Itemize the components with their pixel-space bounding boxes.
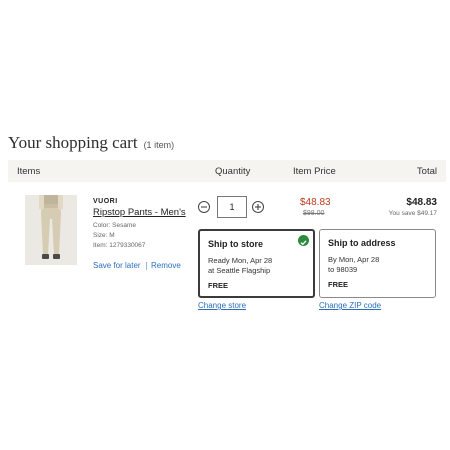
remove-link[interactable]: Remove <box>151 261 181 270</box>
product-brand: VUORI <box>93 198 118 205</box>
cart-table-header: Items Quantity Item Price Total <box>8 160 446 182</box>
savings-amount: You save $49.17 <box>388 210 437 217</box>
item-count: (1 item) <box>143 140 175 150</box>
column-item-price: Item Price <box>293 166 336 177</box>
link-divider <box>146 262 147 270</box>
store-ready-date: Ready Mon, Apr 28 <box>208 256 273 265</box>
column-items: Items <box>17 166 41 177</box>
ship-to-address-title: Ship to address <box>328 238 396 248</box>
save-for-later-link[interactable]: Save for later <box>93 261 141 270</box>
address-zip: to 98039 <box>328 265 358 274</box>
column-total: Total <box>416 166 437 177</box>
address-shipping-cost: FREE <box>328 280 349 289</box>
product-item-number: Item: 1279330067 <box>93 242 146 249</box>
original-price: $98.00 <box>303 210 325 217</box>
change-zip-link[interactable]: Change ZIP code <box>319 301 381 310</box>
ship-to-store-title: Ship to store <box>208 239 264 249</box>
store-shipping-cost: FREE <box>208 281 229 290</box>
ship-to-address-option[interactable]: Ship to address By Mon, Apr 28 to 98039 … <box>319 229 436 298</box>
checkmark-icon <box>298 235 309 246</box>
product-image[interactable] <box>25 195 77 265</box>
cart-heading: Your shopping cart (1 item) <box>8 133 174 153</box>
sale-price: $48.83 <box>300 197 331 208</box>
ship-to-store-option[interactable]: Ship to store Ready Mon, Apr 28 at Seatt… <box>198 229 315 298</box>
product-name-link[interactable]: Ripstop Pants - Men's <box>93 207 186 218</box>
minus-icon <box>201 206 207 208</box>
change-store-link[interactable]: Change store <box>198 301 246 310</box>
plus-icon <box>255 204 261 210</box>
page-title: Your shopping cart <box>8 133 138 152</box>
decrease-quantity-button[interactable] <box>198 201 210 213</box>
product-size: Size: M <box>93 232 115 239</box>
line-total: $48.83 <box>406 197 437 208</box>
address-delivery-date: By Mon, Apr 28 <box>328 255 380 264</box>
increase-quantity-button[interactable] <box>252 201 264 213</box>
column-quantity: Quantity <box>215 166 251 177</box>
product-color: Color: Sesame <box>93 222 136 229</box>
store-location: at Seattle Flagship <box>208 266 271 275</box>
quantity-input[interactable]: 1 <box>217 196 247 218</box>
